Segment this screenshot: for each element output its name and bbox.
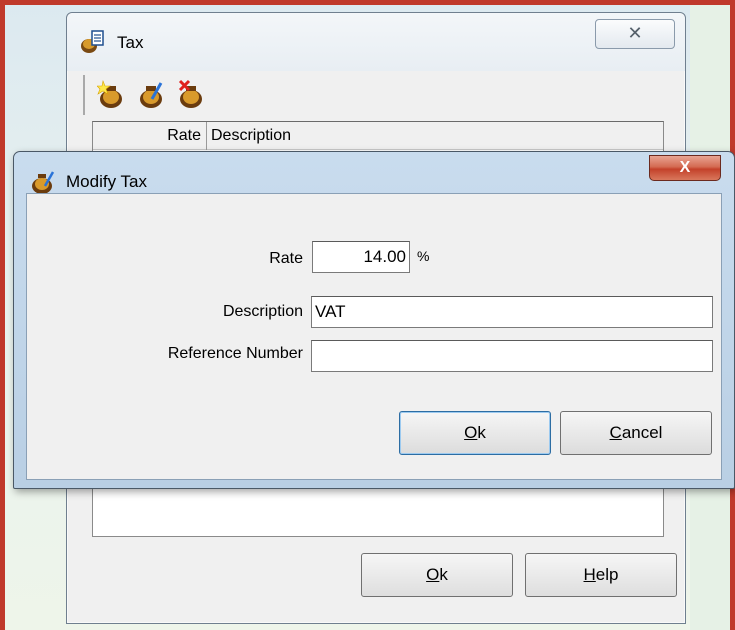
- ok-label-rest: k: [477, 423, 486, 442]
- rate-unit: %: [417, 248, 430, 264]
- ok-button[interactable]: Ok: [399, 411, 551, 455]
- tax-window-title: Tax: [117, 33, 144, 52]
- tax-window-close-button[interactable]: ✕: [595, 19, 675, 49]
- add-tax-icon[interactable]: [97, 79, 125, 109]
- modify-tax-form: Rate 14.00 % Description VAT Reference N…: [26, 193, 722, 480]
- tax-window-titlebar[interactable]: Tax ✕: [67, 13, 685, 71]
- reference-number-input[interactable]: [311, 340, 713, 372]
- description-input[interactable]: VAT: [311, 296, 713, 328]
- delete-tax-icon[interactable]: [177, 79, 205, 109]
- reference-number-label: Reference Number: [167, 345, 303, 362]
- close-icon: ✕: [627, 23, 643, 43]
- tax-list-header: Rate Description: [93, 122, 663, 150]
- cancel-label-rest: ancel: [621, 423, 663, 442]
- tax-ok-button[interactable]: Ok: [361, 553, 513, 597]
- cancel-button[interactable]: Cancel: [560, 411, 712, 455]
- help-mnemonic: H: [583, 565, 596, 584]
- help-label-rest: elp: [595, 565, 619, 584]
- modify-tax-app-icon: [32, 171, 55, 194]
- modify-tax-close-button[interactable]: X: [649, 155, 721, 181]
- highlight-border-left: [0, 0, 5, 630]
- rate-input[interactable]: 14.00: [312, 241, 410, 273]
- rate-label: Rate: [269, 250, 303, 267]
- ok-mnemonic: O: [426, 565, 440, 584]
- tax-app-icon: [81, 30, 104, 53]
- ok-label-rest: k: [439, 565, 448, 584]
- column-header-description[interactable]: Description: [211, 122, 291, 150]
- close-icon: X: [679, 159, 691, 176]
- modify-tax-title: Modify Tax: [66, 172, 147, 191]
- highlight-border-top: [0, 0, 735, 5]
- modify-tax-dialog: Modify Tax X Rate 14.00 % Description VA…: [13, 151, 735, 489]
- modify-tax-icon[interactable]: [137, 79, 165, 109]
- ok-mnemonic: O: [464, 423, 478, 442]
- cancel-mnemonic: C: [609, 423, 622, 442]
- tax-help-button[interactable]: Help: [525, 553, 677, 597]
- tax-toolbar: [83, 75, 283, 115]
- description-label: Description: [222, 303, 303, 320]
- column-header-rate[interactable]: Rate: [93, 122, 207, 150]
